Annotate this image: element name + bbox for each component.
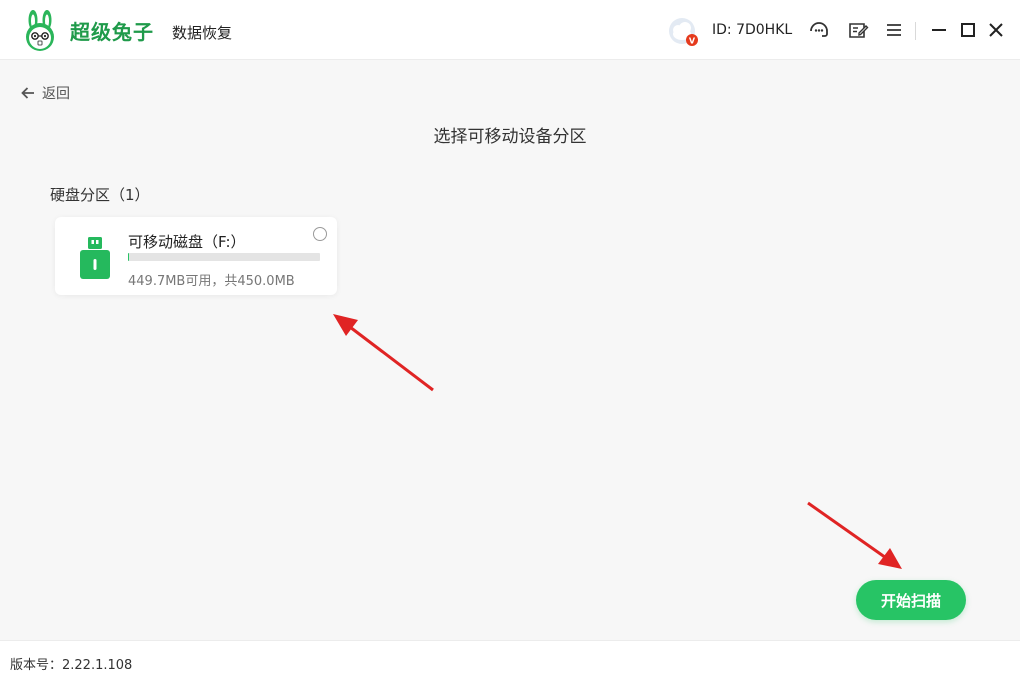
page-title: 选择可移动设备分区 [433,127,587,147]
rabbit-logo-icon [26,10,54,51]
minimize-button[interactable] [927,18,951,42]
annotation-arrow-to-partition [333,314,434,392]
partition-section-label: 硬盘分区（1） [50,186,150,204]
maximize-button[interactable] [956,18,980,42]
user-id: ID: 7D0HKL [712,22,793,38]
feedback-icon [849,23,869,38]
brand-subtitle: 数据恢复 [172,24,233,42]
support-button[interactable] [807,18,831,42]
close-icon [989,23,1003,37]
close-button[interactable] [984,18,1008,42]
disk-usage-fill [128,253,130,261]
support-icon [810,22,828,37]
annotation-arrow-to-start-button [807,501,902,569]
start-scan-button[interactable]: 开始扫描 [856,580,966,620]
partition-card-removable-disk[interactable]: 可移动磁盘（F:） 449.7MB可用，共450.0MB [55,217,337,295]
vip-badge: V [689,37,696,46]
drive-name: 可移动磁盘（F:） [128,233,246,251]
disk-usage-bar [128,253,320,261]
feedback-button[interactable] [846,18,870,42]
title-bar: 超级兔子 数据恢复 V ID: 7D0HKL [0,0,1020,60]
drive-capacity: 449.7MB可用，共450.0MB [128,274,295,289]
brand-name: 超级兔子 [70,20,154,44]
minimize-icon [932,29,946,31]
titlebar-divider [915,22,916,40]
status-footer: 版本号：2.22.1.108 [0,640,1020,680]
version-label: 版本号：2.22.1.108 [10,658,133,673]
back-label: 返回 [42,86,70,102]
menu-icon [887,24,901,36]
annotation-arrows [333,314,902,569]
arrow-left-icon [21,87,34,99]
maximize-icon [961,23,975,37]
back-button[interactable]: 返回 [20,83,70,103]
menu-button[interactable] [882,18,906,42]
user-avatar-icon[interactable]: V [667,17,699,47]
partition-radio[interactable] [313,227,327,241]
usb-drive-icon [80,237,110,279]
